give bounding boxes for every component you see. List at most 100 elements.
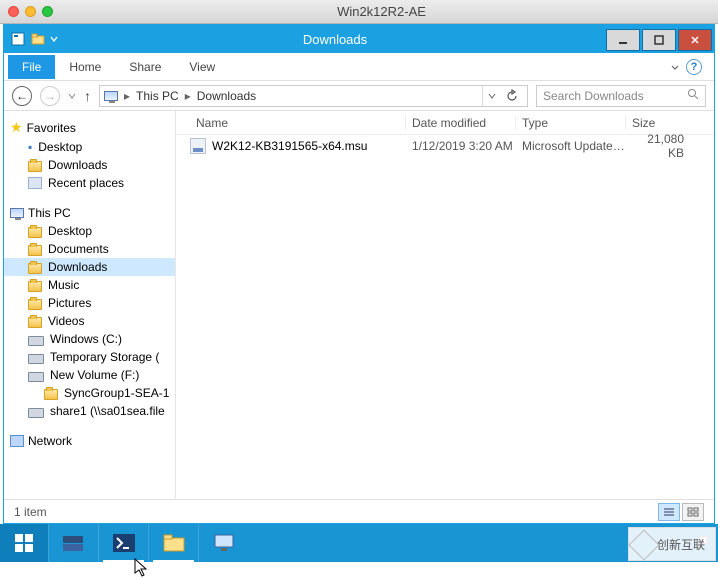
- folder-icon: [28, 281, 42, 292]
- nav-syncgroup[interactable]: SyncGroup1-SEA-1: [4, 384, 175, 402]
- help-icon[interactable]: ?: [686, 59, 702, 75]
- nav-pc-downloads[interactable]: Downloads: [4, 258, 175, 276]
- tab-share[interactable]: Share: [115, 55, 175, 79]
- breadcrumb-folder[interactable]: Downloads: [197, 89, 256, 103]
- nav-back-button[interactable]: ←: [12, 86, 32, 106]
- folder-icon: [28, 317, 42, 328]
- file-row[interactable]: W2K12-KB3191565-x64.msu 1/12/2019 3:20 A…: [176, 135, 714, 157]
- recent-icon: [28, 177, 42, 189]
- nav-pc-fdrive[interactable]: New Volume (F:): [4, 366, 175, 384]
- breadcrumb-root[interactable]: This PC: [136, 89, 179, 103]
- thispc-header[interactable]: This PC: [4, 204, 175, 222]
- folder-icon: [28, 245, 42, 256]
- desktop-icon: ▪: [28, 140, 32, 154]
- drive-icon: [28, 354, 44, 364]
- window-title: Downloads: [64, 32, 606, 47]
- favorites-header[interactable]: ★Favorites: [4, 117, 175, 138]
- server-manager-icon: [61, 532, 87, 554]
- network-drive-icon: [28, 408, 44, 418]
- close-button[interactable]: [678, 29, 712, 51]
- nav-pc-pictures[interactable]: Pictures: [4, 294, 175, 312]
- tab-view[interactable]: View: [175, 55, 229, 79]
- folder-icon: [28, 299, 42, 310]
- view-icons-button[interactable]: [682, 503, 704, 521]
- address-bar[interactable]: ▸ This PC ▸ Downloads: [99, 85, 528, 107]
- windows-logo-icon: [14, 533, 34, 553]
- network-icon: [10, 435, 24, 447]
- host-window-title: Win2k12R2-AE: [53, 4, 710, 19]
- window-controls: [606, 27, 714, 51]
- maximize-button[interactable]: [642, 29, 676, 51]
- drive-icon: [28, 372, 44, 382]
- chevron-right-icon[interactable]: ▸: [185, 89, 191, 103]
- taskbar-powershell[interactable]: [98, 524, 148, 562]
- view-details-button[interactable]: [658, 503, 680, 521]
- folder-icon: [28, 263, 42, 274]
- nav-up-button[interactable]: ↑: [84, 88, 91, 104]
- host-titlebar: Win2k12R2-AE: [0, 0, 718, 24]
- file-type: Microsoft Update ...: [516, 139, 626, 153]
- quick-access-toolbar: [4, 31, 64, 47]
- address-toolbar: ← → ↑ ▸ This PC ▸ Downloads Search Downl…: [4, 81, 714, 111]
- explorer-titlebar[interactable]: Downloads: [4, 25, 714, 53]
- status-bar: 1 item: [4, 499, 714, 523]
- nav-pc-documents[interactable]: Documents: [4, 240, 175, 258]
- powershell-icon: [111, 532, 137, 554]
- nav-pc-temp[interactable]: Temporary Storage (: [4, 348, 175, 366]
- nav-forward-button[interactable]: →: [40, 86, 60, 106]
- mac-close-icon[interactable]: [8, 6, 19, 17]
- monitor-icon: [211, 532, 237, 554]
- file-size: 21,080 KB: [626, 132, 714, 160]
- explorer-icon: [161, 532, 187, 554]
- mac-minimize-icon[interactable]: [25, 6, 36, 17]
- nav-pc-cdrive[interactable]: Windows (C:): [4, 330, 175, 348]
- qat-dropdown-icon[interactable]: [50, 35, 58, 43]
- taskbar-server-manager[interactable]: [48, 524, 98, 562]
- taskbar-app[interactable]: [198, 524, 248, 562]
- col-type[interactable]: Type: [516, 116, 626, 130]
- search-input[interactable]: Search Downloads: [536, 85, 706, 107]
- taskbar-explorer[interactable]: [148, 524, 198, 562]
- address-dropdown-icon[interactable]: [487, 91, 497, 101]
- watermark: 创新互联: [628, 527, 716, 561]
- explorer-window: Downloads File Home Share View ? ← → ↑ ▸…: [3, 24, 715, 524]
- mac-zoom-icon[interactable]: [42, 6, 53, 17]
- tab-home[interactable]: Home: [55, 55, 115, 79]
- nav-pc-videos[interactable]: Videos: [4, 312, 175, 330]
- nav-fav-downloads[interactable]: Downloads: [4, 156, 175, 174]
- navigation-pane[interactable]: ★Favorites ▪Desktop Downloads Recent pla…: [4, 111, 176, 499]
- status-text: 1 item: [14, 505, 47, 519]
- ribbon-tabs: File Home Share View ?: [4, 53, 714, 81]
- nav-recent-dropdown-icon[interactable]: [68, 92, 76, 100]
- chevron-right-icon[interactable]: ▸: [124, 89, 130, 103]
- nav-fav-recent[interactable]: Recent places: [4, 174, 175, 192]
- ribbon-expand-icon[interactable]: [670, 62, 680, 72]
- nav-pc-music[interactable]: Music: [4, 276, 175, 294]
- drive-icon: [28, 336, 44, 346]
- file-date: 1/12/2019 3:20 AM: [406, 139, 516, 153]
- minimize-button[interactable]: [606, 29, 640, 51]
- folder-icon: [44, 389, 58, 400]
- col-size[interactable]: Size: [626, 116, 714, 130]
- pc-icon: [104, 91, 118, 101]
- properties-icon[interactable]: [10, 31, 26, 47]
- new-folder-icon[interactable]: [30, 31, 46, 47]
- refresh-icon[interactable]: [505, 89, 519, 103]
- network-header[interactable]: Network: [4, 432, 175, 450]
- file-name: W2K12-KB3191565-x64.msu: [212, 139, 367, 153]
- nav-fav-desktop[interactable]: ▪Desktop: [4, 138, 175, 156]
- folder-icon: [28, 161, 42, 172]
- col-name[interactable]: Name: [176, 116, 406, 130]
- start-button[interactable]: [0, 524, 48, 562]
- taskbar[interactable]: [0, 524, 718, 562]
- nav-share1[interactable]: share1 (\\sa01sea.file: [4, 402, 175, 420]
- mac-traffic-lights: [8, 6, 53, 17]
- search-placeholder: Search Downloads: [543, 89, 644, 103]
- search-icon: [687, 88, 699, 103]
- file-list-pane: Name Date modified Type Size W2K12-KB319…: [176, 111, 714, 499]
- folder-icon: [28, 227, 42, 238]
- tab-file[interactable]: File: [8, 55, 55, 79]
- nav-pc-desktop[interactable]: Desktop: [4, 222, 175, 240]
- explorer-body: ★Favorites ▪Desktop Downloads Recent pla…: [4, 111, 714, 499]
- col-date[interactable]: Date modified: [406, 116, 516, 130]
